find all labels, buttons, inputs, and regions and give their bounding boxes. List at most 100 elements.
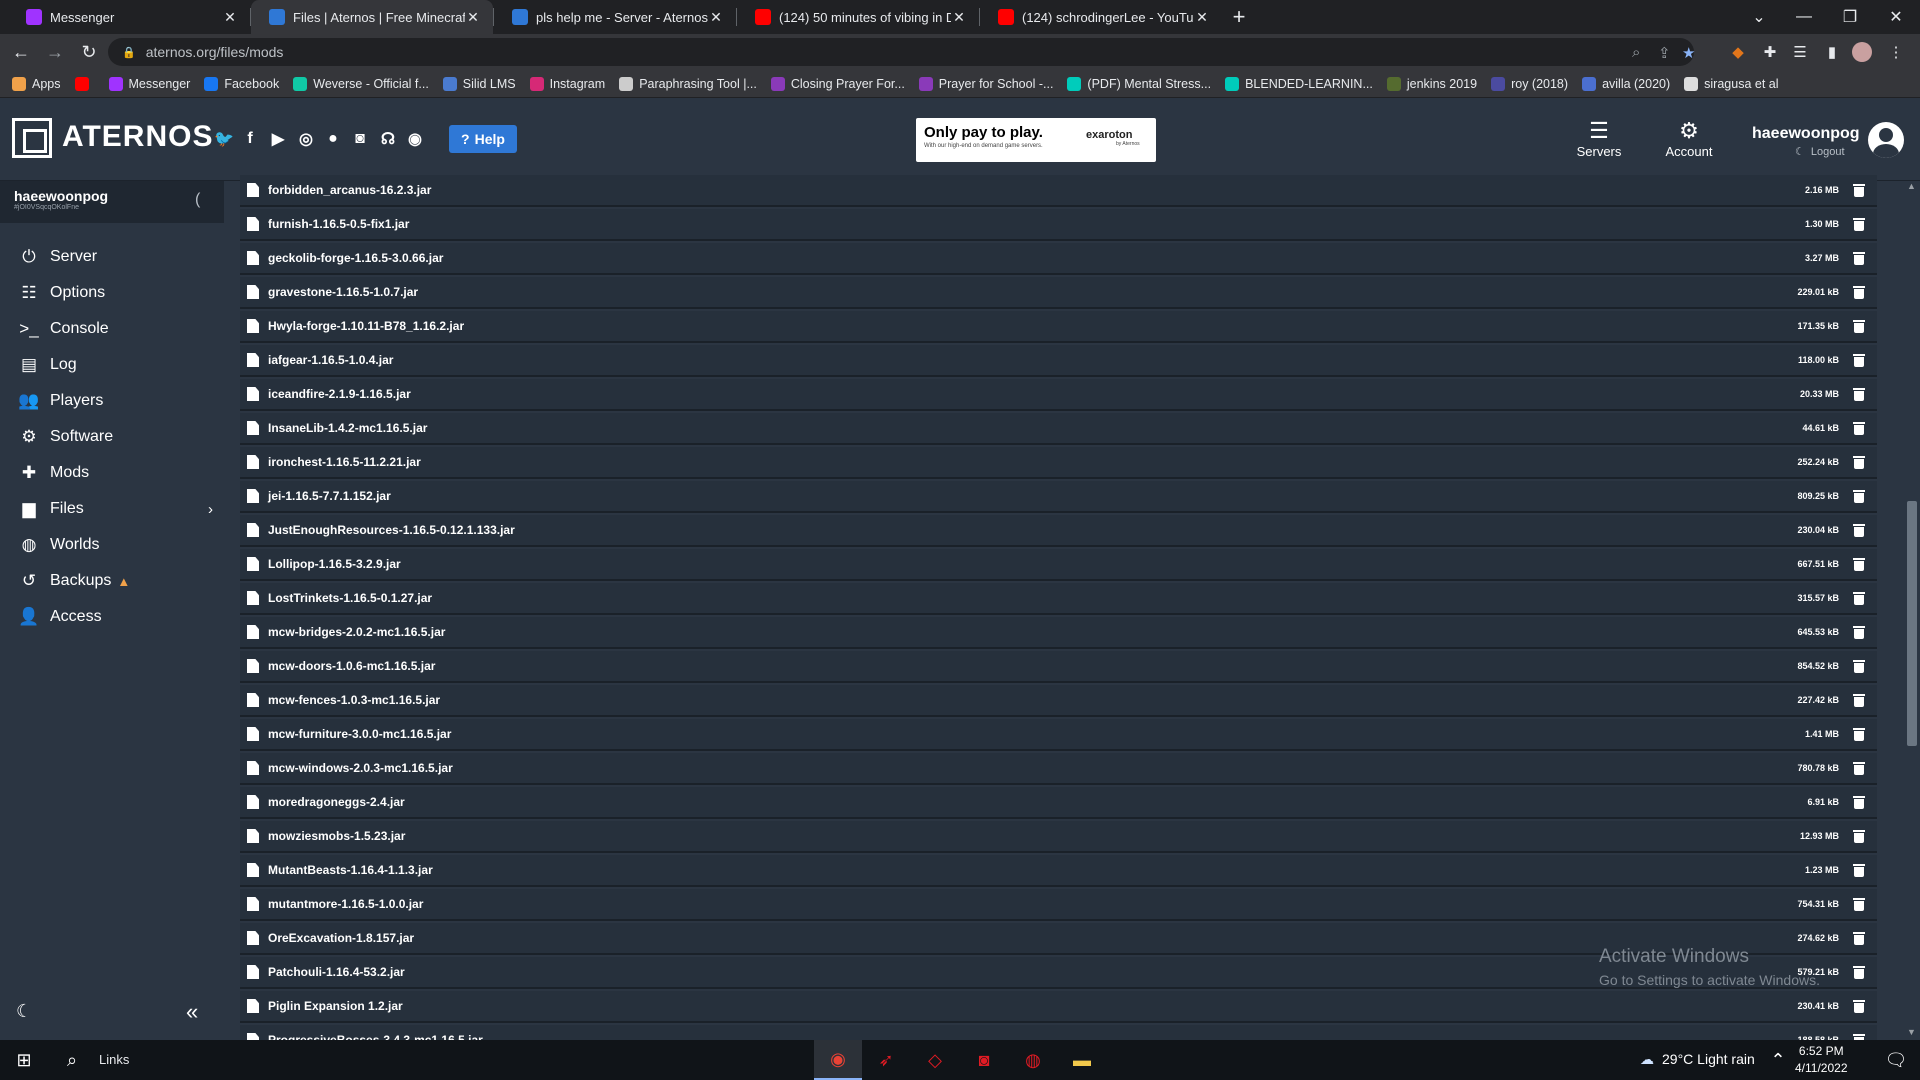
bookmark-item[interactable]: Facebook xyxy=(204,76,279,91)
spotify-taskbar-icon[interactable]: ◍ xyxy=(1009,1040,1057,1080)
trash-icon[interactable] xyxy=(1853,387,1865,401)
bookmark-item[interactable]: Weverse - Official f... xyxy=(293,76,429,91)
tab-close-icon[interactable]: ✕ xyxy=(708,9,724,26)
trash-icon[interactable] xyxy=(1853,761,1865,775)
browser-tab[interactable]: Files | Aternos | Free Minecraft Se✕ xyxy=(251,0,493,34)
notifications-icon[interactable]: 🗨 xyxy=(1872,1040,1920,1080)
bookmark-item[interactable]: avilla (2020) xyxy=(1582,76,1670,91)
file-row[interactable]: iafgear-1.16.5-1.0.4.jar 118.00 kB xyxy=(240,345,1877,377)
bookmark-item[interactable]: Instagram xyxy=(529,76,605,91)
file-name[interactable]: iceandfire-2.1.9-1.16.5.jar xyxy=(268,387,1719,401)
user-avatar[interactable] xyxy=(1868,122,1904,158)
bookmark-item[interactable]: Apps xyxy=(12,76,61,91)
restore-button[interactable]: ❐ xyxy=(1827,0,1873,34)
sidebar-item-console[interactable]: >_ Console xyxy=(0,312,224,346)
bookmark-item[interactable]: BLENDED-LEARNIN... xyxy=(1225,76,1373,91)
file-name[interactable]: geckolib-forge-1.16.5-3.0.66.jar xyxy=(268,251,1719,265)
advertisement-banner[interactable]: Only pay to play. With our high-end on d… xyxy=(916,118,1156,162)
bookmark-item[interactable]: jenkins 2019 xyxy=(1386,76,1477,91)
tab-close-icon[interactable]: ✕ xyxy=(1194,9,1210,26)
reload-icon[interactable]: ↻ xyxy=(72,35,106,69)
bookmark-star-icon[interactable]: ★ xyxy=(1682,44,1695,62)
trash-icon[interactable] xyxy=(1853,999,1865,1013)
trash-icon[interactable] xyxy=(1853,455,1865,469)
trash-icon[interactable] xyxy=(1853,489,1865,503)
file-name[interactable]: ironchest-1.16.5-11.2.21.jar xyxy=(268,455,1719,469)
file-row[interactable]: JustEnoughResources-1.16.5-0.12.1.133.ja… xyxy=(240,515,1877,547)
file-row[interactable]: mcw-bridges-2.0.2-mc1.16.5.jar 645.53 kB xyxy=(240,617,1877,649)
trash-icon[interactable] xyxy=(1853,285,1865,299)
tab-close-icon[interactable]: ✕ xyxy=(951,9,967,26)
collapse-server-icon[interactable]: ( xyxy=(195,191,200,209)
trash-icon[interactable] xyxy=(1853,897,1865,911)
msi-dragon-taskbar-icon[interactable]: ➶ xyxy=(862,1040,910,1080)
account-nav-button[interactable]: ⚙ Account xyxy=(1654,118,1724,168)
file-row[interactable]: Lollipop-1.16.5-3.2.9.jar 667.51 kB xyxy=(240,549,1877,581)
trash-icon[interactable] xyxy=(1853,863,1865,877)
metamask-extension-icon[interactable]: ◆ xyxy=(1728,42,1748,62)
taskbar-search-label[interactable]: Links xyxy=(99,1052,129,1067)
trash-icon[interactable] xyxy=(1853,795,1865,809)
chrome-taskbar-icon[interactable]: ◉ xyxy=(814,1040,862,1080)
side-panel-icon[interactable]: ▮ xyxy=(1822,42,1842,62)
file-name[interactable]: Patchouli-1.16.4-53.2.jar xyxy=(268,965,1719,979)
trash-icon[interactable] xyxy=(1853,319,1865,333)
scroll-up-icon[interactable]: ▲ xyxy=(1907,181,1916,191)
file-row[interactable]: ironchest-1.16.5-11.2.21.jar 252.24 kB xyxy=(240,447,1877,479)
bookmark-item[interactable]: siragusa et al xyxy=(1684,76,1779,91)
browser-tab[interactable]: (124) schrodingerLee - YouTube ✕ xyxy=(980,0,1222,34)
browser-menu-icon[interactable]: ⋮ xyxy=(1886,42,1906,62)
scrollbar-thumb[interactable] xyxy=(1907,501,1917,746)
file-name[interactable]: OreExcavation-1.8.157.jar xyxy=(268,931,1719,945)
file-name[interactable]: MutantBeasts-1.16.4-1.1.3.jar xyxy=(268,863,1719,877)
reddit-icon[interactable]: ● xyxy=(323,129,343,149)
sidebar-item-software[interactable]: ⚙ Software xyxy=(0,420,224,454)
profile-avatar-icon[interactable] xyxy=(1852,42,1872,62)
bookmark-item[interactable] xyxy=(74,76,95,91)
collapse-sidebar-icon[interactable]: « xyxy=(186,999,198,1025)
trash-icon[interactable] xyxy=(1853,693,1865,707)
sidebar-item-log[interactable]: ▤ Log xyxy=(0,348,224,382)
bookmark-item[interactable]: Messenger xyxy=(108,76,190,91)
sidebar-item-access[interactable]: 👤 Access xyxy=(0,600,224,634)
scroll-down-icon[interactable]: ▼ xyxy=(1907,1027,1916,1037)
file-row[interactable]: jei-1.16.5-7.7.1.152.jar 809.25 kB xyxy=(240,481,1877,513)
page-scrollbar[interactable]: ▲ ▼ xyxy=(1904,181,1920,1040)
discord-icon[interactable]: ◙ xyxy=(350,129,370,149)
taskbar-search-icon[interactable]: ⌕ xyxy=(48,1040,96,1080)
file-row[interactable]: forbidden_arcanus-16.2.3.jar 2.16 MB xyxy=(240,175,1877,207)
file-name[interactable]: iafgear-1.16.5-1.0.4.jar xyxy=(268,353,1719,367)
youtube-icon[interactable]: ▶ xyxy=(268,129,288,149)
file-name[interactable]: moredragoneggs-2.4.jar xyxy=(268,795,1719,809)
file-row[interactable]: mcw-doors-1.0.6-mc1.16.5.jar 854.52 kB xyxy=(240,651,1877,683)
github-icon[interactable]: ◉ xyxy=(405,129,425,149)
twitter-icon[interactable]: 🐦 xyxy=(214,129,234,149)
browser-tab[interactable]: Messenger ✕ xyxy=(8,0,250,34)
trash-icon[interactable] xyxy=(1853,829,1865,843)
extensions-puzzle-icon[interactable]: ✚ xyxy=(1760,42,1780,62)
servers-nav-button[interactable]: ☰ Servers xyxy=(1564,118,1634,168)
taskbar-clock[interactable]: 6:52 PM 4/11/2022 xyxy=(1795,1043,1848,1077)
sidebar-item-players[interactable]: 👥 Players xyxy=(0,384,224,418)
app-taskbar-icon[interactable]: ◇ xyxy=(911,1040,959,1080)
server-switcher[interactable]: haeewoonpog #jOI0VSqcqOKolFne ( xyxy=(0,181,224,223)
share-icon[interactable]: ⇪ xyxy=(1658,44,1671,62)
trash-icon[interactable] xyxy=(1853,183,1865,197)
bookmark-item[interactable]: Paraphrasing Tool |... xyxy=(619,76,757,91)
file-name[interactable]: mcw-furniture-3.0.0-mc1.16.5.jar xyxy=(268,727,1719,741)
file-name[interactable]: mcw-bridges-2.0.2-mc1.16.5.jar xyxy=(268,625,1719,639)
file-row[interactable]: mowziesmobs-1.5.23.jar 12.93 MB xyxy=(240,821,1877,853)
logout-link[interactable]: ☾ Logout xyxy=(1795,145,1845,158)
browser-tab[interactable]: (124) 50 minutes of vibing in DE ✕ xyxy=(737,0,979,34)
support-icon[interactable]: ☊ xyxy=(378,129,398,149)
bookmark-item[interactable]: Closing Prayer For... xyxy=(770,76,905,91)
file-row[interactable]: ProgressiveBosses-3.4.3-mc1.16.5.jar 188.… xyxy=(240,1025,1877,1040)
minimize-button[interactable]: — xyxy=(1781,0,1827,34)
bookmark-item[interactable]: (PDF) Mental Stress... xyxy=(1067,76,1211,91)
file-name[interactable]: forbidden_arcanus-16.2.3.jar xyxy=(268,183,1719,197)
sidebar-item-worlds[interactable]: ◍ Worlds xyxy=(0,528,224,562)
trash-icon[interactable] xyxy=(1853,523,1865,537)
file-name[interactable]: Hwyla-forge-1.10.11-B78_1.16.2.jar xyxy=(268,319,1719,333)
file-name[interactable]: Piglin Expansion 1.2.jar xyxy=(268,999,1719,1013)
address-bar[interactable]: 🔒 aternos.org/files/mods ⌕ ⇪ ★ xyxy=(108,38,1695,66)
